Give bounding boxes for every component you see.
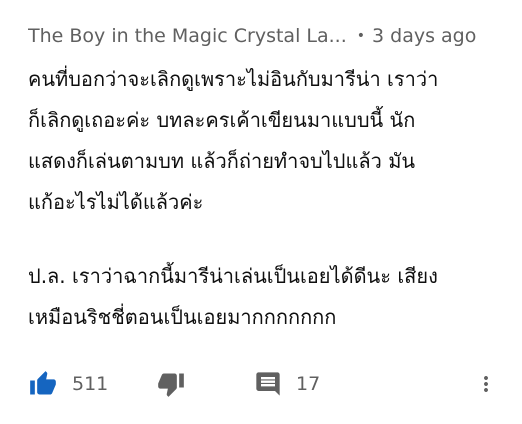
reply-count: 17	[296, 373, 321, 395]
replies-action: 17	[254, 364, 320, 404]
thumb-up-filled-icon[interactable]	[28, 370, 58, 398]
comment-header: The Boy in the Magic Crystal La... • 3 d…	[28, 18, 522, 54]
more-vert-icon[interactable]	[474, 370, 498, 398]
comment-line: แสดงก็เล่นตามบท แล้วก็ถ่ายทำจบไปแล้ว มัน	[28, 149, 416, 173]
comment-icon[interactable]	[254, 370, 282, 398]
thumb-down-icon[interactable]	[156, 370, 186, 398]
like-count: 511	[72, 373, 109, 395]
more-action	[474, 364, 498, 404]
like-action: 511	[28, 364, 108, 404]
comment-timestamp[interactable]: 3 days ago	[372, 25, 476, 47]
comment-line: แก้อะไรไม่ได้แล้วค่ะ	[28, 190, 204, 214]
comment-actions: 511 17	[28, 364, 498, 404]
header-separator: •	[356, 28, 366, 44]
dislike-action	[156, 364, 186, 404]
comment-author[interactable]: The Boy in the Magic Crystal La...	[28, 25, 347, 47]
comment-line: ก็เลิกดูเถอะค่ะ บทละครเค้าเขียนมาแบบนี้ …	[28, 108, 416, 132]
comment-line: เหมือนริชชี่ตอนเป็นเอยมากกกกกกก	[28, 305, 337, 329]
comment-line: ป.ล. เราว่าฉากนี้มารีน่าเล่นเป็นเอยได้ดี…	[28, 264, 438, 288]
comment-line: คนที่บอกว่าจะเลิกดูเพราะไม่อินกับมารีน่า…	[28, 67, 439, 91]
comment: The Boy in the Magic Crystal La... • 3 d…	[28, 18, 522, 424]
comment-body: คนที่บอกว่าจะเลิกดูเพราะไม่อินกับมารีน่า…	[28, 59, 504, 338]
